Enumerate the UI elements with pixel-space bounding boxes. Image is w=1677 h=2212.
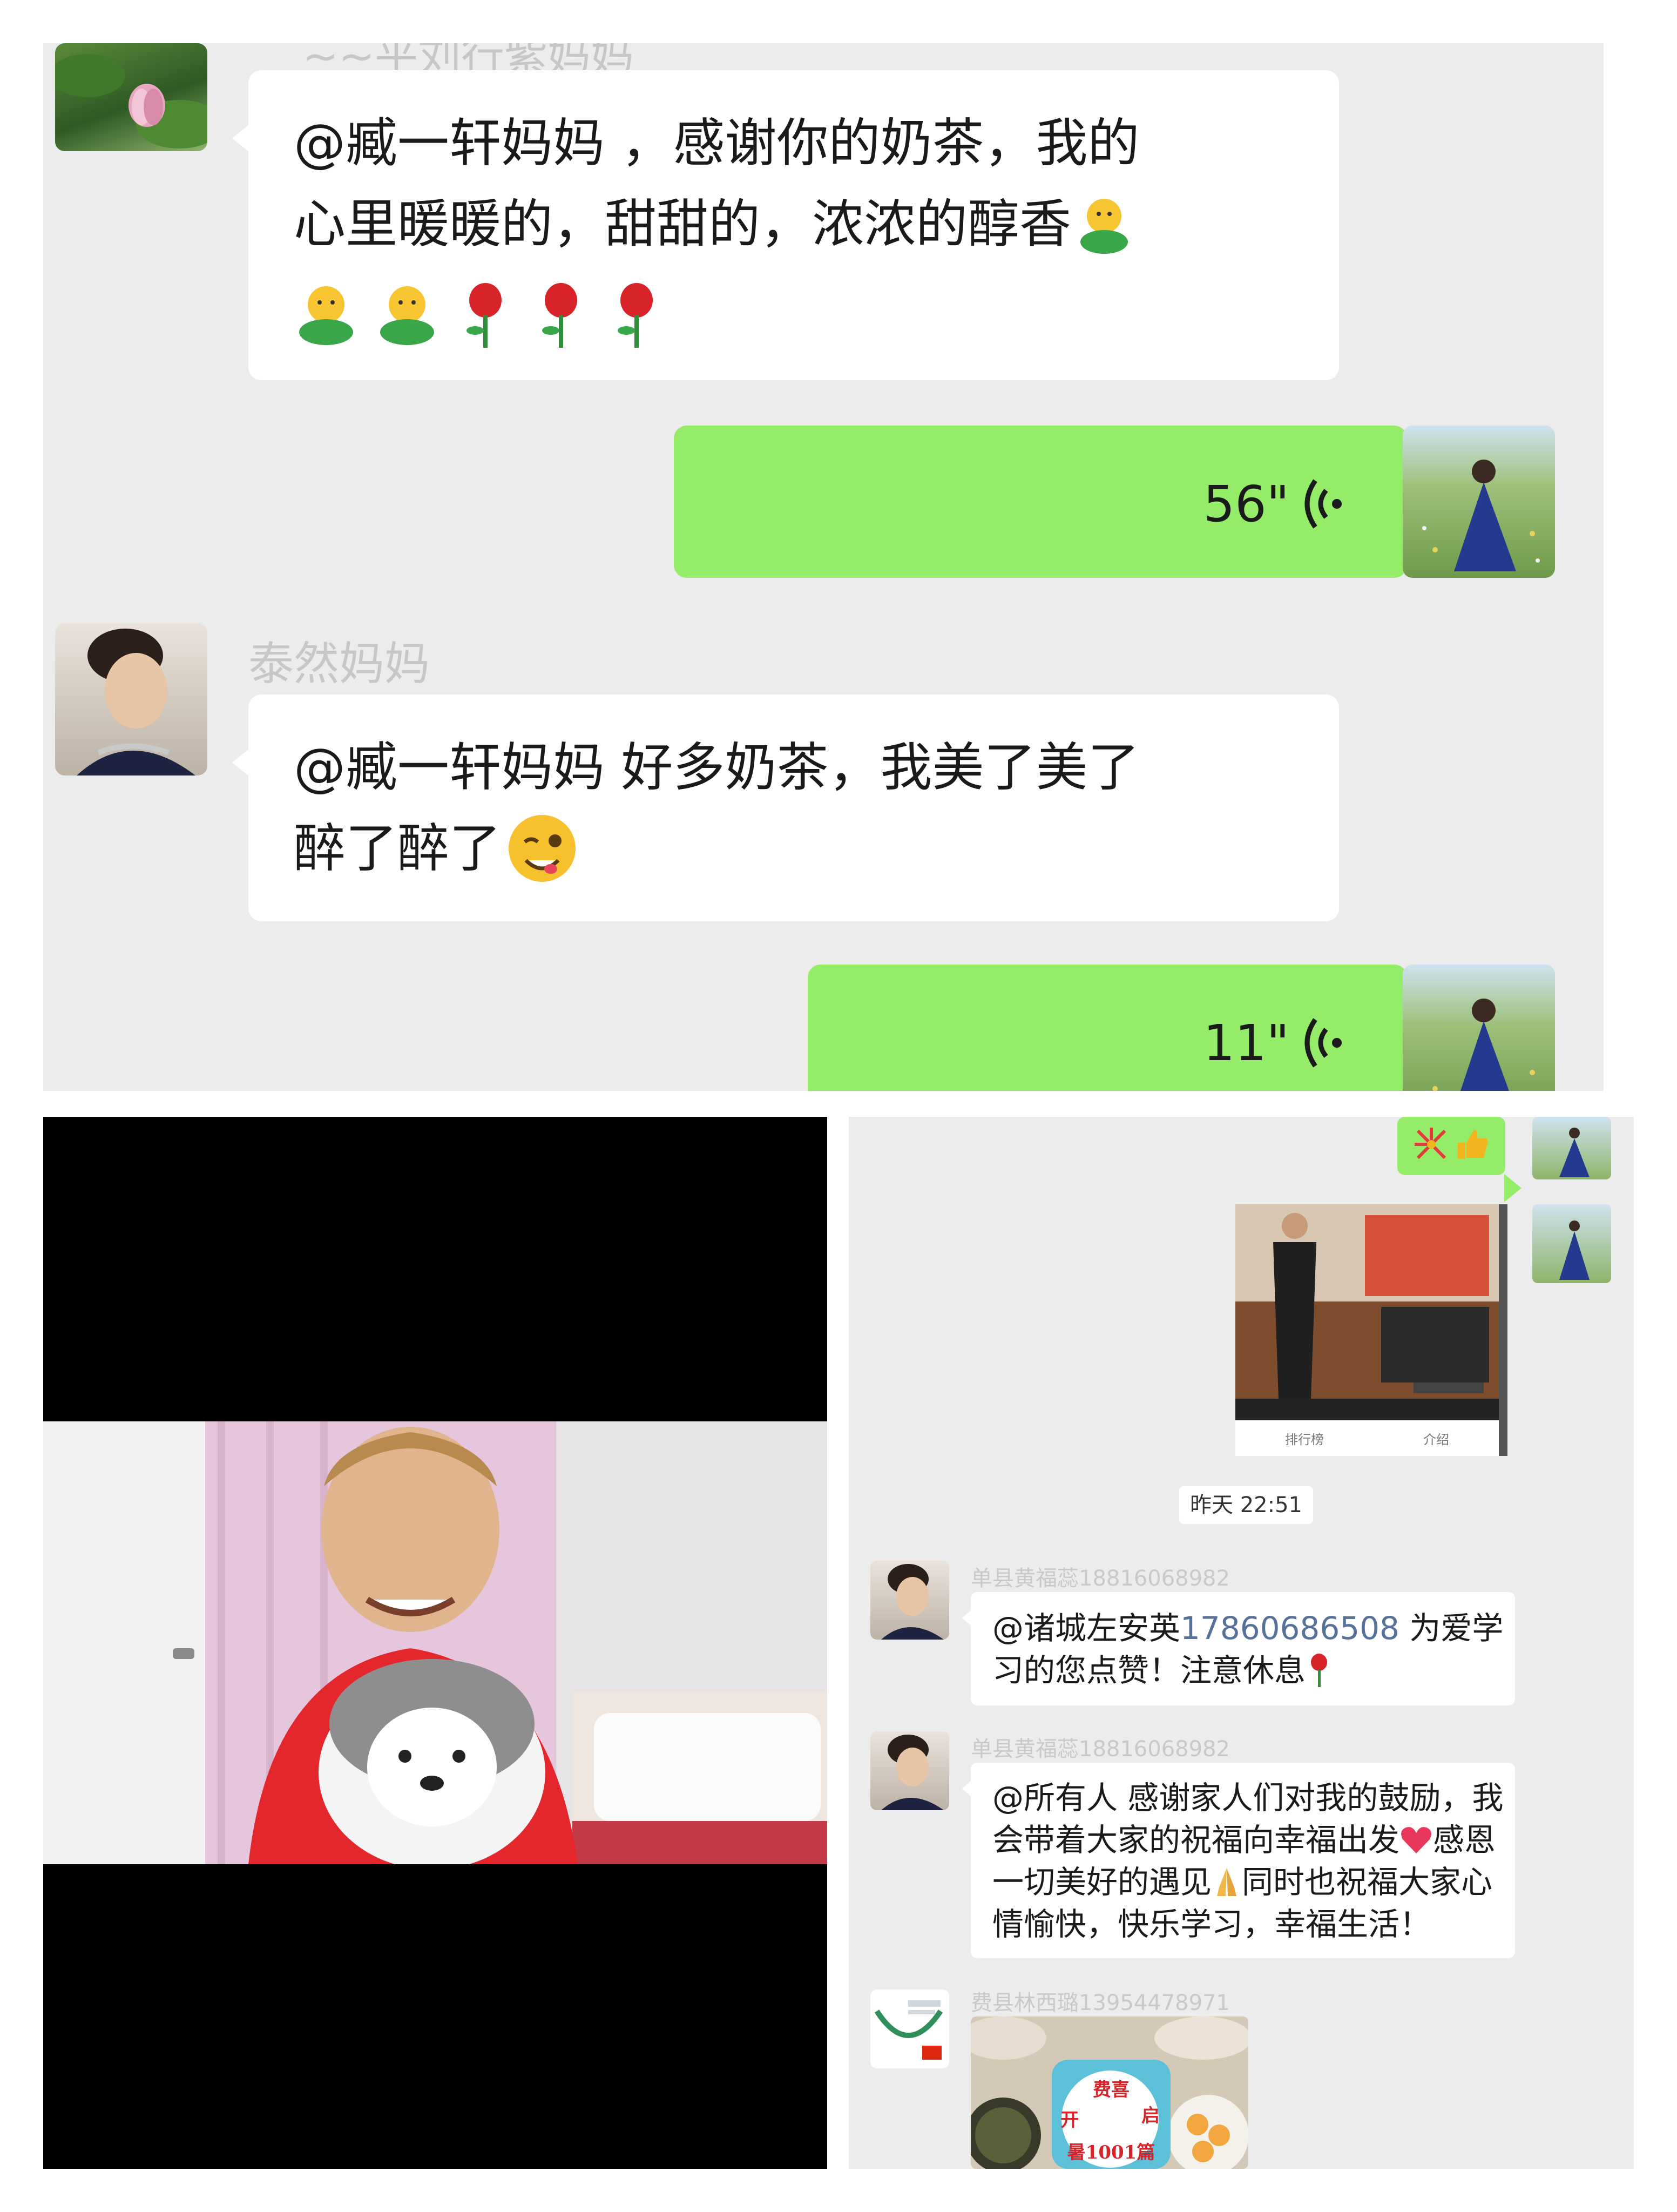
hug-emoji	[299, 286, 353, 345]
message-text-line: 醉了醉了	[294, 808, 580, 889]
message-text-line: 一切美好的遇见 同时也祝福大家心	[992, 1864, 1493, 1900]
timestamp: 昨天 22:51	[1179, 1486, 1313, 1524]
message-text-line: @所有人 感谢家人们对我的鼓励，我	[992, 1779, 1504, 1816]
message-text-line: @臧一轩妈妈 好多奶茶，我美了美了	[294, 737, 1140, 798]
sender-avatar[interactable]	[870, 1990, 949, 2068]
emoji-row	[294, 281, 666, 351]
pray-hands-emoji	[1217, 1868, 1237, 1896]
voice-duration: 11"	[1203, 1013, 1348, 1073]
woman-in-blue-dress-icon	[1422, 460, 1540, 571]
woman-portrait-icon	[881, 1564, 944, 1640]
emoji-row	[1414, 1127, 1490, 1162]
video-frame[interactable]	[43, 1117, 827, 2169]
hug-emoji	[1080, 199, 1128, 254]
emoji-message-bubble[interactable]	[1397, 1117, 1522, 1202]
my-avatar[interactable]	[1532, 1117, 1611, 1179]
voice-message-bubble[interactable]: 56"	[674, 426, 1423, 578]
sender-avatar[interactable]	[870, 1561, 949, 1640]
thumbnail-caption: 排行榜 介绍	[1235, 1420, 1499, 1456]
message-text-line: 会带着大家的祝福向幸福出发 感恩	[992, 1822, 1496, 1858]
phone-link[interactable]: 17860686508	[1180, 1610, 1399, 1647]
voice-duration: 56"	[1203, 474, 1348, 534]
received-message-bubble[interactable]: @臧一轩妈妈 好多奶茶，我美了美了 醉了醉了	[232, 694, 1339, 921]
sender-name: 单县黄福蕊18816068982	[971, 1566, 1230, 1591]
message-text-line: 习的您点赞！注意休息	[992, 1649, 1333, 1691]
rose-emoji	[618, 283, 653, 348]
video-content	[43, 1421, 827, 1864]
hug-emoji	[380, 286, 434, 345]
sender-name: 单县黄福蕊18816068982	[971, 1737, 1230, 1762]
message-text-line: @臧一轩妈妈 ，感谢你的奶茶，我的	[294, 113, 1140, 173]
my-avatar[interactable]	[1403, 426, 1555, 578]
lotus-flower-icon	[55, 54, 207, 149]
cake-text: 费喜 开 启 暑1001篇	[1060, 2079, 1160, 2163]
image-message[interactable]: 费喜 开 启 暑1001篇	[971, 2017, 1248, 2169]
heart-emoji	[1401, 1827, 1431, 1853]
message-text-line: 心里暖暖的，甜甜的，浓浓的醇香	[294, 184, 1134, 265]
woman-with-plush-toy-image	[43, 1421, 827, 1864]
fireworks-emoji	[1415, 1128, 1446, 1159]
rose-emoji	[542, 283, 577, 348]
video-thumbnail-message[interactable]: 排行榜 介绍	[1235, 1204, 1507, 1456]
voice-wave-icon	[1304, 1018, 1342, 1068]
thumbs-up-emoji	[1458, 1130, 1488, 1159]
wink-emoji	[509, 815, 576, 882]
caption-right: 介绍	[1423, 1432, 1449, 1447]
sender-avatar[interactable]	[870, 1731, 949, 1810]
sender-name: 泰然妈妈	[248, 637, 430, 690]
woman-portrait-icon	[77, 629, 195, 775]
woman-portrait-icon	[881, 1735, 944, 1810]
my-avatar[interactable]	[1403, 965, 1555, 1091]
rose-emoji	[1311, 1654, 1328, 1687]
message-text-line: 情愉快，快乐学习，幸福生活！	[992, 1906, 1431, 1943]
sender-avatar[interactable]	[55, 623, 207, 775]
message-text-line: @诸城左安英17860686508 为爱学	[992, 1610, 1504, 1647]
rose-emoji	[466, 283, 502, 348]
my-avatar[interactable]	[1532, 1204, 1611, 1283]
logo-avatar-icon	[874, 2000, 943, 2060]
woman-in-blue-dress-icon	[1432, 999, 1535, 1091]
caption-left: 排行榜	[1285, 1432, 1324, 1447]
woman-in-blue-dress-icon	[1559, 1128, 1590, 1177]
sender-name: 费县林西璐13954478971	[971, 1991, 1230, 2015]
right-chat-panel: 排行榜 介绍 昨天 22:51 单县黄福蕊18816068982 @诸城左安英1…	[849, 1117, 1634, 2169]
woman-in-blue-dress-icon	[1559, 1220, 1590, 1280]
voice-message-bubble[interactable]: 11"	[808, 965, 1423, 1091]
received-message-bubble[interactable]: @诸城左安英17860686508 为爱学 习的您点赞！注意休息	[962, 1592, 1515, 1705]
mention: @诸城左安英	[992, 1610, 1181, 1647]
top-chat-panel: ~~平刘行紫妈妈 @臧一轩妈妈 ，感谢你的奶茶，我的 心里暖暖的，甜甜的，浓浓的…	[43, 43, 1604, 1091]
received-message-bubble[interactable]: @所有人 感谢家人们对我的鼓励，我 会带着大家的祝福向幸福出发 感恩 一切美好的…	[962, 1763, 1515, 1958]
lecture-video-thumbnail	[1235, 1204, 1499, 1420]
lotus-avatar[interactable]	[55, 43, 207, 151]
received-message-bubble[interactable]: @臧一轩妈妈 ，感谢你的奶茶，我的 心里暖暖的，甜甜的，浓浓的醇香	[232, 70, 1339, 380]
voice-wave-icon	[1304, 479, 1342, 529]
